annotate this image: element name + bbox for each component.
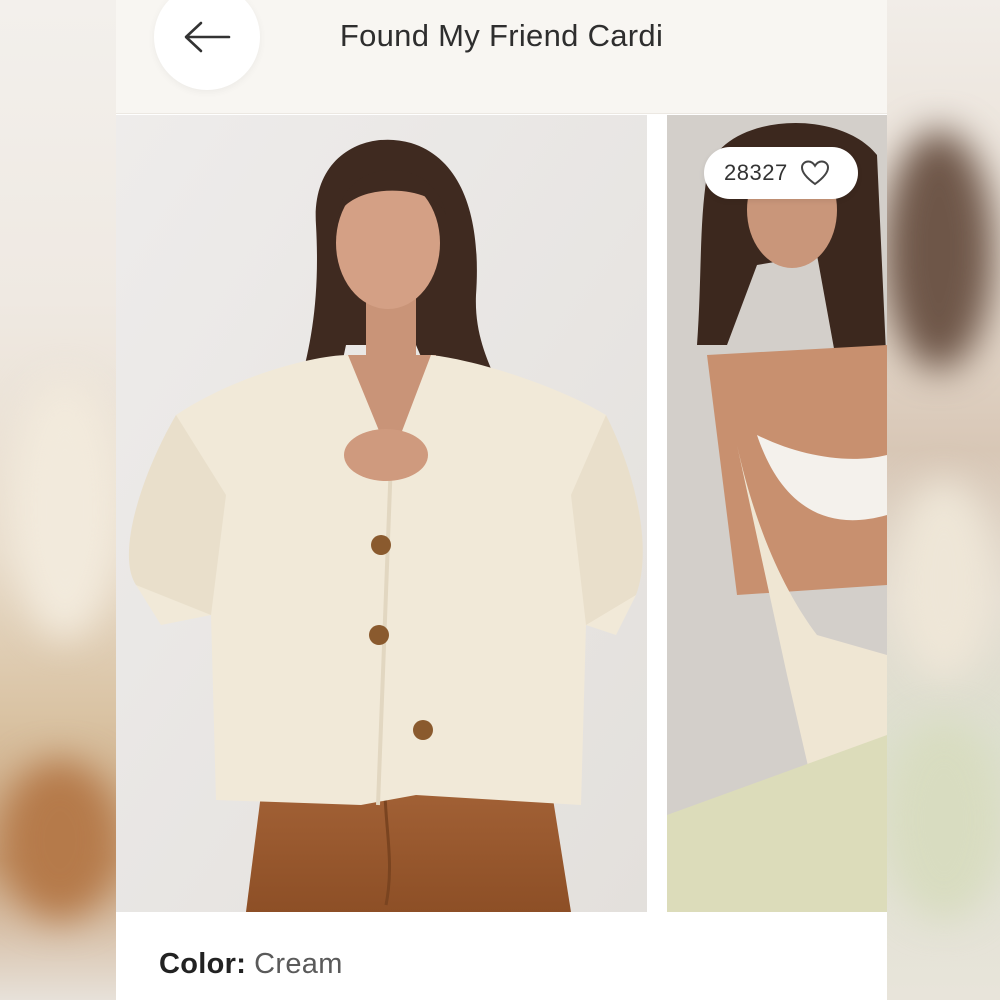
- model-photo-side: [667, 115, 887, 912]
- photo-carousel[interactable]: 28327: [116, 115, 887, 912]
- color-label: Color:: [159, 948, 247, 980]
- product-screen: Found My Friend Cardi 28327 Color: Cream: [116, 0, 887, 1000]
- like-count: 28327: [724, 160, 788, 185]
- color-value: Cream: [254, 948, 343, 980]
- like-counter[interactable]: 28327: [704, 147, 858, 199]
- product-image-main[interactable]: [116, 115, 647, 912]
- product-details: Color: Cream: [116, 912, 887, 1000]
- right-backdrop: [884, 0, 1000, 1000]
- color-row: Color: Cream: [159, 948, 343, 981]
- page-title: Found My Friend Cardi: [339, 18, 664, 53]
- product-image-secondary[interactable]: [667, 115, 887, 912]
- left-backdrop: [0, 0, 116, 1000]
- model-photo-front: [116, 115, 647, 912]
- heart-outline-icon[interactable]: [800, 160, 830, 186]
- top-bar: Found My Friend Cardi: [116, 0, 887, 114]
